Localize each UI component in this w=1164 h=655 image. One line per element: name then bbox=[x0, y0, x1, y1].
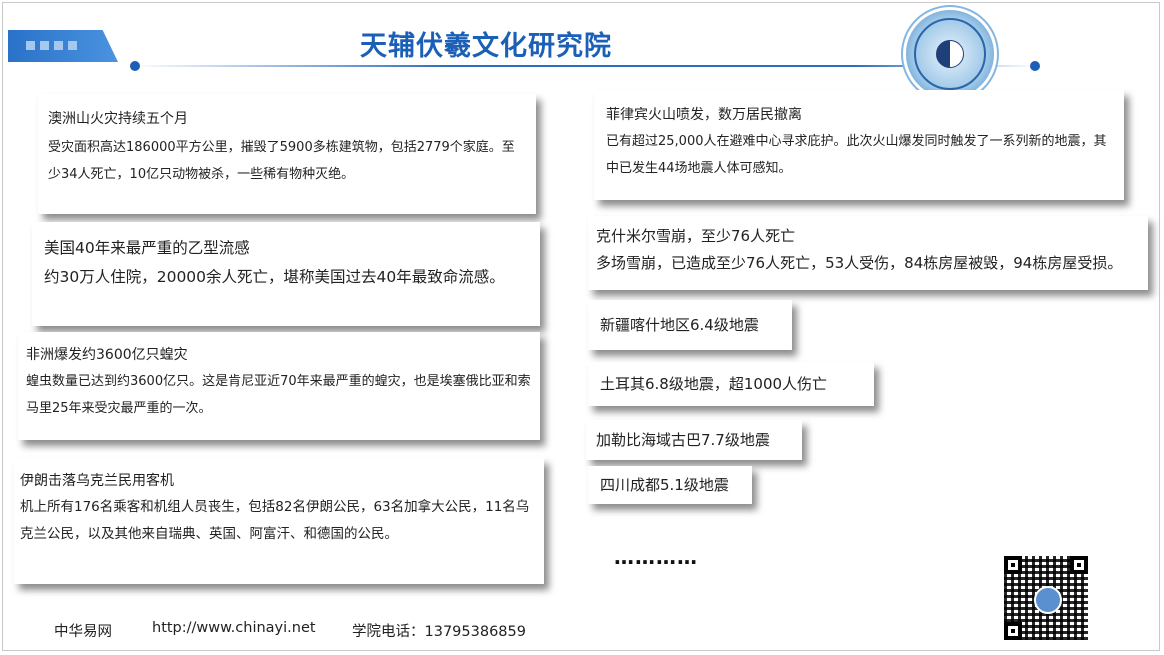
news-heading: 美国40年来最严重的乙型流感 bbox=[44, 239, 250, 257]
news-card: 菲律宾火山喷发，数万居民撤离 已有超过25,000人在避难中心寻求庇护。此次火山… bbox=[594, 90, 1124, 200]
footer-phone: 学院电话：13795386859 bbox=[352, 624, 526, 640]
news-body: 机上所有176名乘客和机组人员丧生，包括82名伊朗公民，63名加拿大公民，11名… bbox=[20, 499, 530, 542]
quake-item: 加勒比海域古巴7.7级地震 bbox=[586, 420, 802, 460]
news-body: 蝗虫数量已达到约3600亿只。这是肯尼亚近70年来最严重的蝗灾，也是埃塞俄比亚和… bbox=[26, 374, 531, 416]
news-heading: 克什米尔雪崩，至少76人死亡 bbox=[596, 227, 796, 245]
news-body: 约30万人住院，20000余人死亡，堪称美国过去40年最致命流感。 bbox=[44, 268, 505, 286]
footer-url[interactable]: http://www.chinayi.net bbox=[152, 620, 316, 636]
news-card: 非洲爆发约3600亿只蝗灾 蝗虫数量已达到约3600亿只。这是肯尼亚近70年来最… bbox=[18, 332, 540, 440]
title-underline bbox=[130, 65, 1036, 67]
underline-dot bbox=[130, 61, 140, 71]
news-card: 伊朗击落乌克兰民用客机 机上所有176名乘客和机组人员丧生，包括82名伊朗公民，… bbox=[14, 458, 544, 584]
news-body: 受灾面积高达186000平方公里，摧毁了5900多栋建筑物，包括2779个家庭。… bbox=[48, 140, 515, 182]
news-card: 克什米尔雪崩，至少76人死亡 多场雪崩，已造成至少76人死亡，53人受伤，84栋… bbox=[588, 216, 1148, 290]
news-heading: 非洲爆发约3600亿只蝗灾 bbox=[26, 347, 188, 363]
footer-site: 中华易网 bbox=[54, 624, 112, 640]
institute-logo-icon bbox=[906, 10, 994, 98]
news-heading: 澳洲山火灾持续五个月 bbox=[48, 111, 188, 127]
quake-item: 四川成都5.1级地震 bbox=[588, 466, 752, 504]
page-title: 天辅伏羲文化研究院 bbox=[360, 31, 612, 62]
ellipsis: ………… bbox=[614, 545, 698, 569]
news-body: 已有超过25,000人在避难中心寻求庇护。此次火山爆发同时触发了一系列新的地震，… bbox=[606, 134, 1107, 176]
news-heading: 伊朗击落乌克兰民用客机 bbox=[20, 473, 174, 489]
news-body: 多场雪崩，已造成至少76人死亡，53人受伤，84栋房屋被毁，94栋房屋受损。 bbox=[596, 254, 1123, 272]
quake-item: 新疆喀什地区6.4级地震 bbox=[588, 300, 792, 350]
quake-item: 土耳其6.8级地震，超1000人伤亡 bbox=[588, 362, 874, 406]
news-card: 美国40年来最严重的乙型流感 约30万人住院，20000余人死亡，堪称美国过去4… bbox=[32, 222, 540, 326]
news-heading: 菲律宾火山喷发，数万居民撤离 bbox=[606, 107, 802, 123]
underline-dot bbox=[1030, 61, 1040, 71]
qr-code-icon bbox=[1004, 556, 1088, 640]
news-card: 澳洲山火灾持续五个月 受灾面积高达186000平方公里，摧毁了5900多栋建筑物… bbox=[38, 94, 536, 214]
